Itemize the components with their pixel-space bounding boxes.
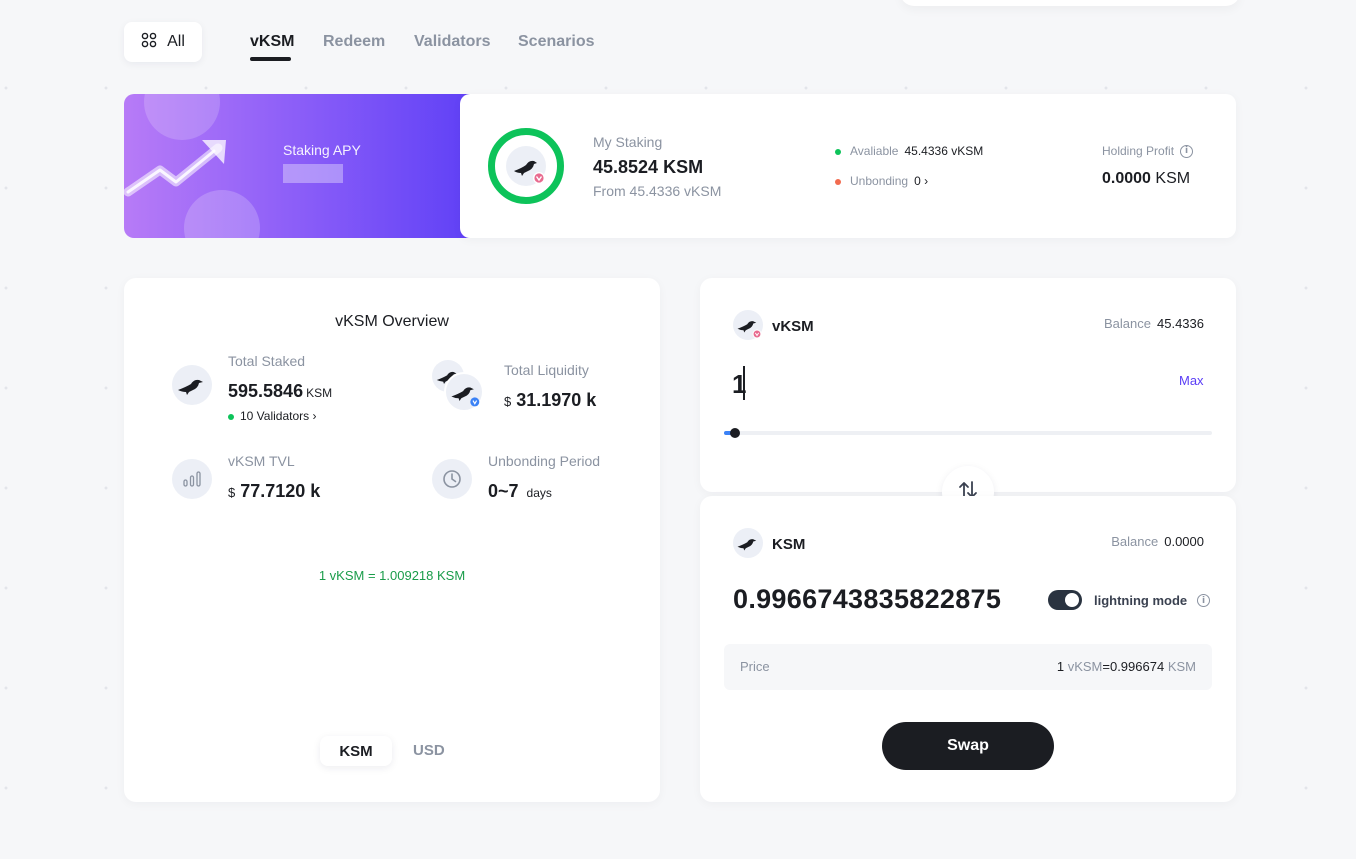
lightning-mode-label: lightning mode <box>1094 593 1188 608</box>
to-balance-label: Balance <box>1111 534 1159 549</box>
unbonding-period-row: 0~7 days <box>488 481 552 502</box>
amount-slider-thumb[interactable] <box>730 428 740 438</box>
validators-link-label[interactable]: 10 Validators › <box>240 409 316 423</box>
lightning-mode-toggle[interactable] <box>1048 590 1082 610</box>
price-box: Price 1 vKSM=0.996674 KSM <box>724 644 1212 690</box>
swap-from-card: vKSM Balance 45.4336 Max <box>700 278 1236 492</box>
to-token-name[interactable]: KSM <box>772 536 805 553</box>
bar-chart-icon <box>172 459 212 499</box>
unit-option-usd[interactable]: USD <box>413 742 445 759</box>
price-right-unit: KSM <box>1167 659 1196 674</box>
info-icon[interactable]: i <box>1180 144 1194 158</box>
total-staked-unit: KSM <box>306 386 333 400</box>
from-amount-input[interactable] <box>732 366 1112 402</box>
total-staked-value: 595.5846 <box>228 381 304 401</box>
all-apps-button[interactable]: All <box>124 22 202 62</box>
overview-title: vKSM Overview <box>335 313 449 330</box>
available-row: Avaliable 45.4336 vKSM <box>835 144 983 158</box>
from-balance: Balance 45.4336 <box>1104 316 1204 331</box>
price-label: Price <box>740 659 770 674</box>
vksm-overview-card: vKSM Overview Total Staked 595.5846 KSM 1… <box>124 278 660 802</box>
max-button[interactable]: Max <box>1179 373 1204 388</box>
to-amount-output: 0.9966743835822875 <box>733 584 1002 614</box>
holding-profit-value-row: 0.0000 KSM <box>1102 170 1190 188</box>
my-staking-from: From 45.4336 vKSM <box>593 183 722 199</box>
from-token-name[interactable]: vKSM <box>772 318 814 335</box>
price-equals: = <box>1102 659 1110 674</box>
my-staking-label: My Staking <box>593 134 663 150</box>
exchange-rate: 1 vKSM = 1.009218 KSM <box>318 568 466 583</box>
unbonding-period-label: Unbonding Period <box>488 453 601 469</box>
currency-symbol: $ <box>504 394 512 409</box>
tab-vksm[interactable]: vKSM <box>250 33 294 51</box>
staking-apy-banner: Staking APY <box>124 94 494 238</box>
tab-validators[interactable]: Validators <box>414 33 490 51</box>
my-staking-card: My Staking 45.8524 KSM From 45.4336 vKSM… <box>460 94 1236 238</box>
total-liquidity-row: $31.1970 k <box>504 390 596 411</box>
swap-button[interactable]: Swap <box>882 722 1054 770</box>
from-balance-value: 45.4336 <box>1157 316 1204 331</box>
total-liquidity-label: Total Liquidity <box>504 362 589 378</box>
tvl-value: 77.7120 k <box>240 481 321 501</box>
available-label: Avaliable <box>850 144 899 158</box>
staking-apy-loading <box>283 164 343 183</box>
toggle-knob <box>1065 593 1079 607</box>
tvl-label: vKSM TVL <box>228 453 295 469</box>
currency-symbol: $ <box>228 485 236 500</box>
green-dot-icon <box>835 148 841 155</box>
active-tab-indicator <box>250 57 291 61</box>
total-staked-label: Total Staked <box>228 353 306 369</box>
top-panel-edge <box>900 0 1240 6</box>
tvl-row: $77.7120 k <box>228 481 320 502</box>
unbonding-label: Unbonding <box>850 174 909 188</box>
ksm-token-icon <box>172 365 212 405</box>
ksm-token-icon <box>733 528 763 558</box>
holding-profit-label: Holding Profit <box>1102 144 1175 158</box>
text-caret <box>743 366 745 400</box>
info-icon[interactable]: i <box>1197 594 1210 607</box>
staking-ring <box>488 128 564 204</box>
tab-scenarios[interactable]: Scenarios <box>518 33 594 51</box>
unbonding-period-value: 0~7 <box>488 481 519 501</box>
validators-link[interactable]: 10 Validators › <box>228 409 316 423</box>
unit-option-ksm[interactable]: KSM <box>320 736 392 766</box>
staking-apy-label: Staking APY <box>283 142 361 158</box>
clock-icon <box>432 459 472 499</box>
swap-to-card: KSM Balance 0.0000 0.9966743835822875 lig… <box>700 496 1236 802</box>
unbonding-value[interactable]: 0 › <box>914 174 928 188</box>
to-balance: Balance 0.0000 <box>1111 534 1204 549</box>
vksm-token-icon <box>733 310 763 340</box>
price-left-unit: vKSM <box>1067 659 1103 674</box>
trend-arrow-icon <box>124 140 226 197</box>
unbonding-period-unit: days <box>526 486 552 500</box>
holding-profit-label-row: Holding Profit i <box>1102 144 1194 158</box>
unbonding-row[interactable]: Unbonding 0 › <box>835 174 928 188</box>
to-balance-value: 0.0000 <box>1164 534 1204 549</box>
holding-profit-unit: KSM <box>1155 170 1191 187</box>
grid-icon <box>141 32 157 53</box>
price-left: 1 <box>1056 659 1065 674</box>
tab-redeem[interactable]: Redeem <box>323 33 385 51</box>
price-value: 1 vKSM=0.996674 KSM <box>1057 659 1196 674</box>
orange-dot-icon <box>835 178 841 185</box>
total-staked-row: 595.5846 KSM <box>228 381 332 402</box>
holding-profit-value: 0.0000 <box>1102 170 1151 187</box>
vksm-token-icon <box>444 372 484 412</box>
price-right: 0.996674 <box>1109 659 1165 674</box>
ksm-token-icon <box>506 146 546 186</box>
total-liquidity-value: 31.1970 k <box>516 390 597 410</box>
green-dot-icon <box>228 413 234 420</box>
my-staking-value: 45.8524 KSM <box>593 157 704 177</box>
amount-slider[interactable] <box>724 431 1212 435</box>
all-label: All <box>167 33 185 50</box>
from-balance-label: Balance <box>1104 316 1151 331</box>
available-value: 45.4336 vKSM <box>904 144 984 158</box>
